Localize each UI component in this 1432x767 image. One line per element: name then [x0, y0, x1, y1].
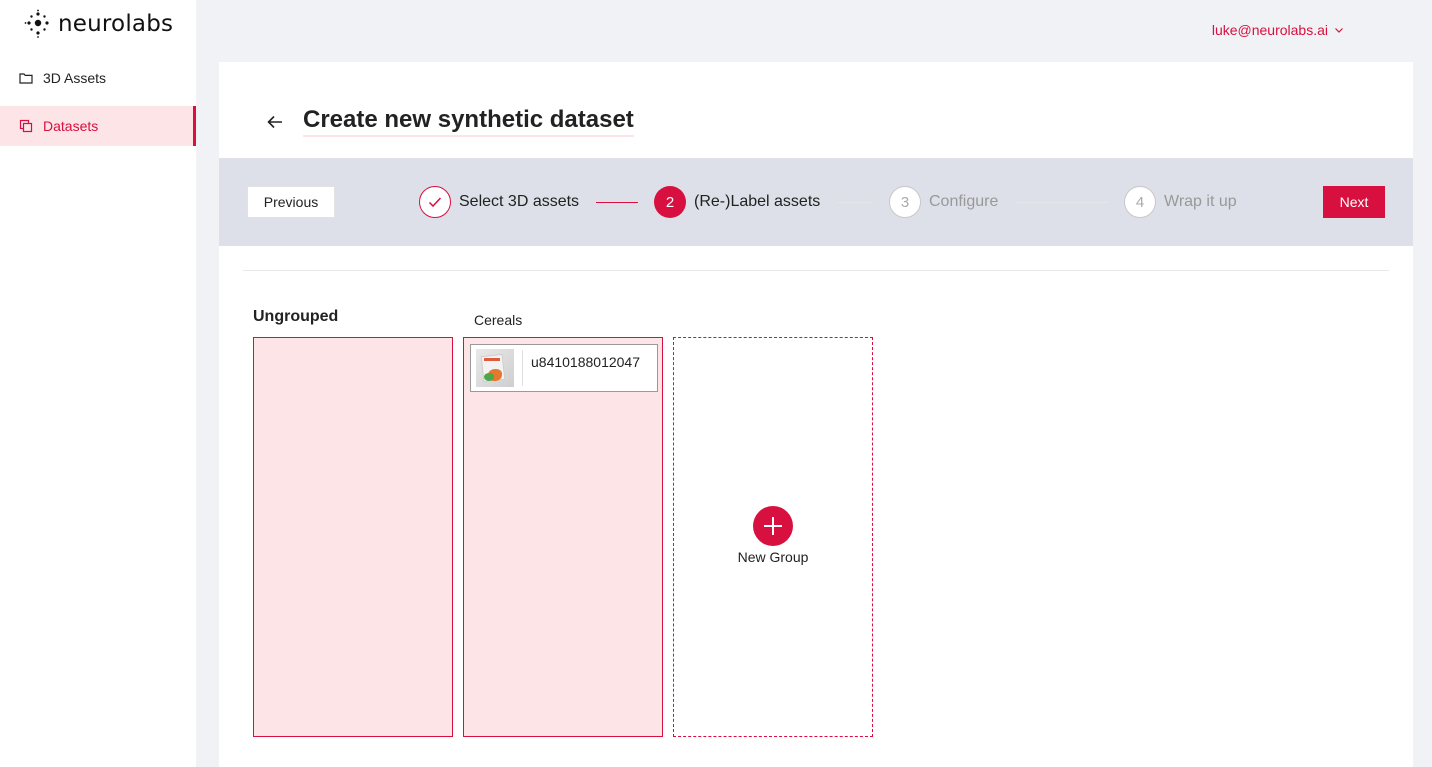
asset-name: u8410188012047: [531, 354, 641, 370]
asset-item[interactable]: u8410188012047: [470, 344, 658, 392]
step-circle: 2: [654, 186, 686, 218]
asset-separator: [522, 350, 523, 386]
sidebar-item-label: 3D Assets: [43, 70, 107, 86]
new-group-dropzone[interactable]: New Group: [673, 337, 873, 737]
step-connector: [838, 202, 873, 203]
step-wrap-it-up: 4 Wrap it up: [1124, 186, 1237, 218]
brand-name: neurolabs: [58, 11, 174, 37]
step-circle: [419, 186, 451, 218]
sidebar: neurolabs 3D Assets Datasets: [0, 0, 196, 767]
neurolabs-logo-icon: [24, 9, 49, 38]
folder-icon: [19, 73, 33, 84]
new-group-label: New Group: [737, 549, 809, 565]
step-configure: 3 Configure: [889, 186, 998, 218]
step-circle: 4: [1124, 186, 1156, 218]
group-dropzone-ungrouped[interactable]: [253, 337, 453, 737]
sidebar-item-datasets[interactable]: Datasets: [0, 106, 196, 146]
check-icon: [428, 197, 442, 208]
step-label: Select 3D assets: [459, 193, 580, 210]
next-button[interactable]: Next: [1323, 186, 1385, 218]
user-menu[interactable]: luke@neurolabs.ai: [1212, 20, 1344, 40]
step-label: Configure: [929, 193, 999, 210]
stepper: Previous Select 3D assets 2 (Re-)Label a…: [219, 158, 1413, 246]
add-group-button[interactable]: [753, 506, 793, 546]
step-select-3d-assets: Select 3D assets: [419, 186, 579, 218]
sidebar-item-3d-assets[interactable]: 3D Assets: [0, 58, 196, 98]
title-row: Create new synthetic dataset: [263, 106, 634, 137]
divider: [243, 270, 1389, 271]
step-label: Wrap it up: [1164, 193, 1237, 210]
group-title-cereals[interactable]: Cereals: [474, 312, 522, 328]
user-email: luke@neurolabs.ai: [1211, 22, 1328, 38]
step-circle: 3: [889, 186, 921, 218]
previous-button[interactable]: Previous: [247, 186, 335, 218]
brand-logo[interactable]: neurolabs: [24, 8, 173, 40]
sidebar-item-label: Datasets: [43, 118, 99, 134]
plus-icon: [764, 517, 782, 535]
asset-thumbnail: [476, 349, 514, 387]
step-connector: [596, 202, 638, 203]
step-label: (Re-)Label assets: [694, 193, 821, 210]
arrow-left-icon: [267, 115, 282, 128]
copy-icon: [19, 119, 33, 133]
step-relabel-assets: 2 (Re-)Label assets: [654, 186, 820, 218]
sidebar-nav: 3D Assets Datasets: [0, 58, 196, 146]
group-dropzone-cereals[interactable]: u8410188012047: [463, 337, 663, 737]
group-title-ungrouped: Ungrouped: [253, 308, 339, 325]
page-title: Create new synthetic dataset: [303, 106, 634, 137]
chevron-down-icon: [1335, 28, 1343, 33]
main-card: Create new synthetic dataset Previous Se…: [219, 62, 1413, 767]
back-button[interactable]: [263, 110, 287, 134]
step-connector: [1016, 202, 1108, 203]
